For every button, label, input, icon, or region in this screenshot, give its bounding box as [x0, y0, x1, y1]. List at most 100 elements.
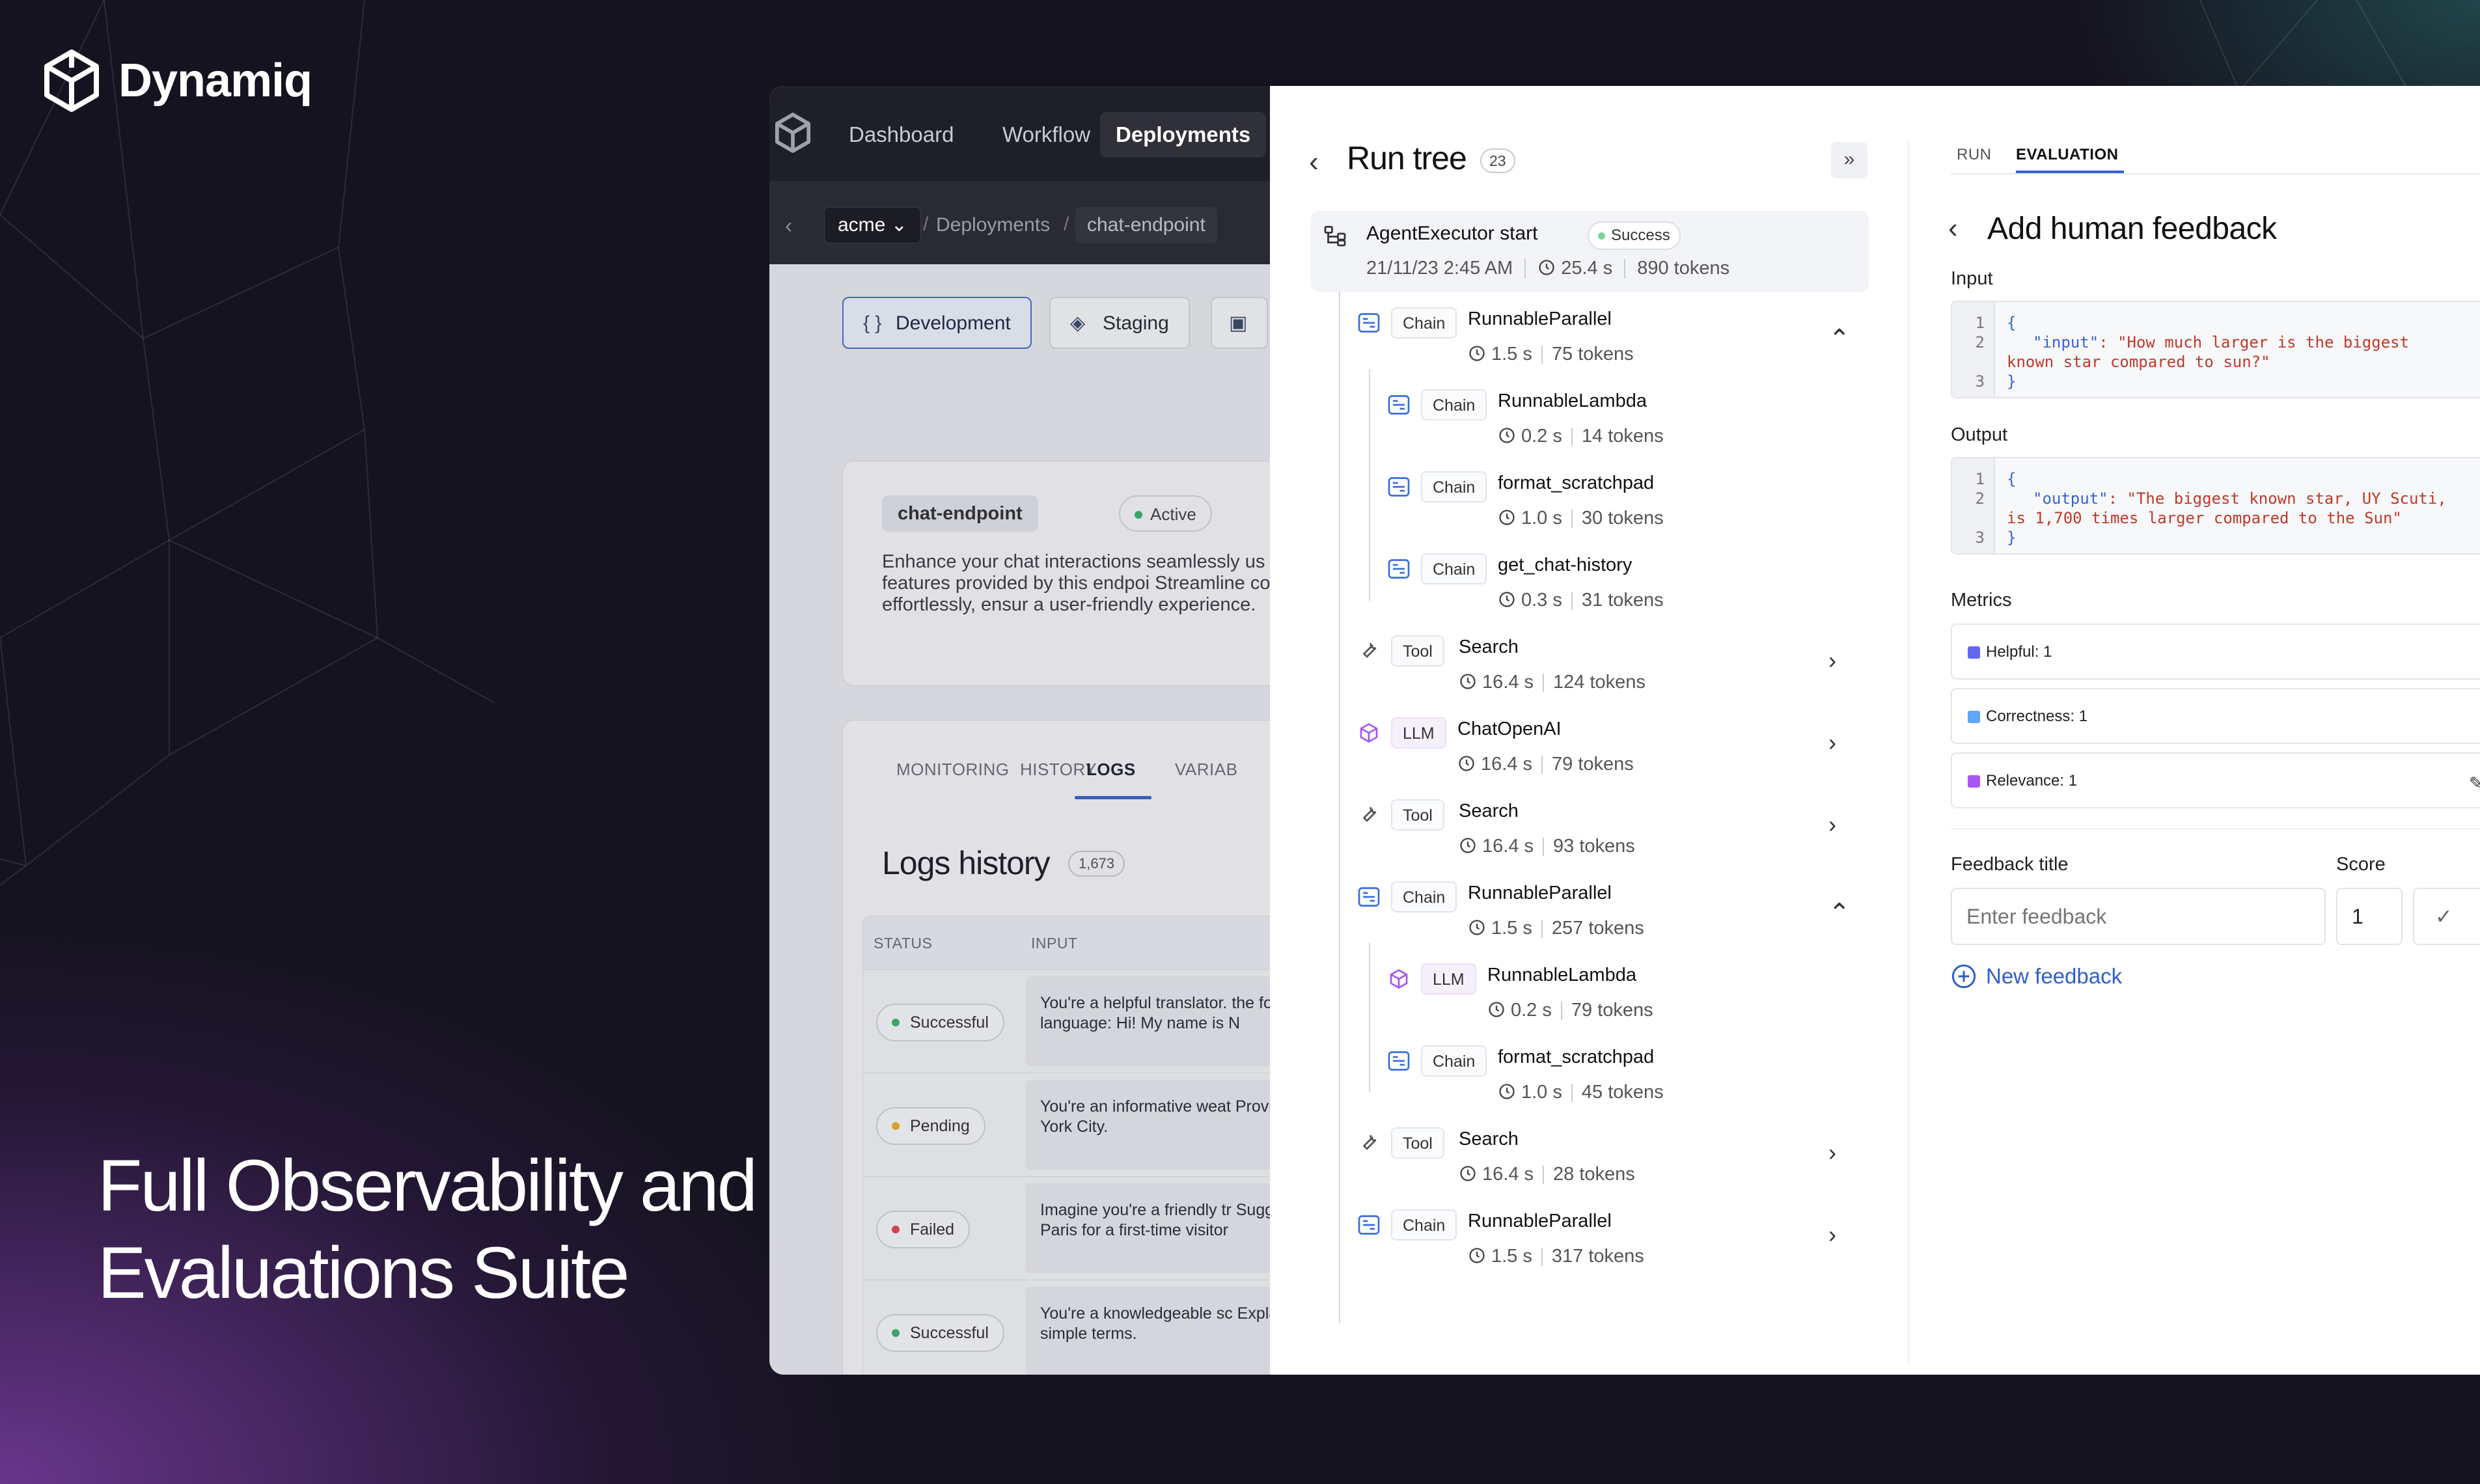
- metric-item[interactable]: Helpful: 1: [1951, 624, 2480, 680]
- tree-node[interactable]: LLM ChatOpenAI 16.4 s 79 tokens: [1357, 717, 1882, 793]
- node-meta: 1.0 s 30 tokens: [1498, 508, 1664, 529]
- code-value: "The biggest known star, UY Scuti,: [2127, 489, 2447, 508]
- tree-node[interactable]: Chain RunnableParallel 1.5 s 257 tokens: [1357, 881, 1882, 957]
- feedback-title-input[interactable]: [1951, 888, 2326, 945]
- score-input[interactable]: 1: [2336, 888, 2403, 945]
- hero-heading: Full Observability and Evaluations Suite: [98, 1142, 781, 1317]
- chevron-right-icon[interactable]: ›: [1828, 1221, 1836, 1248]
- metric-item[interactable]: Relevance: 1 ✎: [1951, 752, 2480, 808]
- breadcrumb-deployments[interactable]: Deployments: [936, 207, 1050, 243]
- node-duration: 1.5 s: [1491, 344, 1532, 364]
- nav-dashboard[interactable]: Dashboard: [833, 112, 969, 158]
- node-duration: 16.4 s: [1482, 836, 1534, 857]
- tree-node[interactable]: Chain RunnableLambda 0.2 s 14 tokens: [1387, 389, 1882, 465]
- new-feedback-button[interactable]: New feedback: [1951, 963, 2122, 989]
- chevron-right-icon[interactable]: ›: [1828, 811, 1836, 838]
- node-type-badge: LLM: [1391, 717, 1446, 749]
- back-chevron-icon[interactable]: ‹: [1948, 212, 1958, 245]
- tree-node[interactable]: Tool Search 16.4 s 93 tokens: [1357, 799, 1882, 875]
- chain-icon: [1357, 1213, 1381, 1237]
- tree-node[interactable]: Chain format_scratchpad 1.0 s 45 tokens: [1387, 1045, 1882, 1121]
- env-production-button[interactable]: ▣: [1211, 297, 1268, 349]
- cube-icon: [1387, 967, 1411, 991]
- env-development-label: Development: [896, 312, 1011, 334]
- env-development-button[interactable]: { } Development: [842, 297, 1032, 349]
- line-number: 3: [1975, 529, 1985, 547]
- node-tokens: 14 tokens: [1581, 426, 1664, 447]
- tabs-baseline: [1951, 173, 2480, 174]
- cube-icon: [1357, 721, 1381, 745]
- node-name: RunnableLambda: [1487, 965, 1636, 985]
- tab-run[interactable]: RUN: [1957, 146, 1992, 164]
- collapse-panel-icon[interactable]: »: [1831, 142, 1867, 178]
- nav-workflow[interactable]: Workflow: [987, 112, 1106, 158]
- node-tokens: 317 tokens: [1551, 1246, 1644, 1267]
- tab-monitoring[interactable]: MONITORING: [896, 760, 1010, 780]
- nav-deployments[interactable]: Deployments: [1100, 112, 1267, 158]
- org-select[interactable]: acme ⌄: [824, 207, 921, 243]
- clock-icon: [1469, 1248, 1485, 1264]
- logs-title: Logs history: [882, 845, 1051, 881]
- chevron-right-icon[interactable]: ›: [1828, 647, 1836, 674]
- tree-node[interactable]: Tool Search 16.4 s 28 tokens: [1357, 1127, 1882, 1203]
- env-staging-button[interactable]: ◈ Staging: [1049, 297, 1190, 349]
- line-number: 1: [1975, 314, 1985, 332]
- node-type-badge: Chain: [1421, 471, 1487, 502]
- node-tokens: 257 tokens: [1551, 918, 1644, 939]
- clock-icon: [1499, 428, 1515, 444]
- root-run-date: 21/11/23 2:45 AM: [1366, 258, 1513, 279]
- output-code-block: 1 2 3 { "output": "The biggest known sta…: [1951, 457, 2480, 555]
- node-duration: 1.0 s: [1521, 508, 1562, 529]
- tree-node[interactable]: Tool Search 16.4 s 124 tokens: [1357, 635, 1882, 711]
- node-duration: 0.3 s: [1521, 590, 1562, 611]
- node-duration: 16.4 s: [1482, 1164, 1534, 1185]
- tab-variables[interactable]: VARIAB: [1175, 760, 1237, 780]
- node-duration: 0.2 s: [1521, 426, 1562, 447]
- run-detail-panel: ‹ Run tree 23 » AgentExecutor start Succ…: [1270, 86, 2480, 1375]
- node-meta: 16.4 s 79 tokens: [1457, 754, 1634, 775]
- node-tokens: 79 tokens: [1571, 1000, 1653, 1021]
- line-number: 1: [1975, 470, 1985, 488]
- chevron-right-icon[interactable]: ›: [1828, 1139, 1836, 1166]
- breadcrumb-separator: /: [1064, 213, 1069, 235]
- breadcrumb-current[interactable]: chat-endpoint: [1075, 207, 1217, 243]
- check-icon[interactable]: ✓: [2413, 888, 2480, 945]
- run-tree-title: Run tree: [1347, 140, 1467, 176]
- chevron-left-icon[interactable]: ‹: [785, 213, 792, 239]
- code-value-cont: known star compared to sun?": [2007, 353, 2270, 371]
- node-type-badge: Chain: [1421, 553, 1487, 584]
- metric-item[interactable]: Correctness: 1: [1951, 688, 2480, 744]
- hero-line-1: Full Observability and: [98, 1145, 758, 1226]
- tab-logs[interactable]: LOGS: [1086, 760, 1136, 780]
- tree-node[interactable]: Chain get_chat-history 0.3 s 31 tokens: [1387, 553, 1882, 629]
- code-close-brace: }: [2007, 372, 2017, 391]
- clock-icon: [1499, 510, 1515, 526]
- tab-evaluation[interactable]: EVALUATION: [2016, 146, 2118, 164]
- chevron-up-icon[interactable]: ⌃: [1828, 898, 1851, 928]
- node-type-badge: Chain: [1391, 881, 1457, 913]
- tab-history[interactable]: HISTORY: [1020, 760, 1097, 780]
- root-run[interactable]: AgentExecutor start Success 21/11/23 2:4…: [1310, 211, 1869, 292]
- tab-underline: [2016, 171, 2124, 173]
- node-type-badge: Tool: [1391, 635, 1444, 666]
- app-logo-icon[interactable]: [775, 112, 811, 154]
- tree-node[interactable]: Chain RunnableParallel 1.5 s 317 tokens: [1357, 1209, 1882, 1285]
- tree-node[interactable]: LLM RunnableLambda 0.2 s 79 tokens: [1387, 963, 1882, 1039]
- clock-icon: [1459, 756, 1474, 772]
- breadcrumb: ‹ acme ⌄ / Deployments / chat-endpoint: [769, 181, 1355, 264]
- tree-node[interactable]: Chain RunnableParallel 1.5 s 75 tokens: [1357, 307, 1882, 383]
- edit-icon[interactable]: ✎: [2469, 773, 2480, 793]
- status-badge: Pending: [876, 1107, 985, 1145]
- node-tokens: 30 tokens: [1581, 508, 1664, 529]
- node-meta: 0.2 s 79 tokens: [1487, 1000, 1653, 1021]
- chevron-up-icon[interactable]: ⌃: [1828, 324, 1851, 354]
- column-input: INPUT: [1031, 935, 1078, 952]
- tree-node[interactable]: Chain format_scratchpad 1.0 s 30 tokens: [1387, 471, 1882, 547]
- chevron-right-icon[interactable]: ›: [1828, 729, 1836, 756]
- code-output-line: "output": "The biggest known star, UY Sc…: [2033, 489, 2447, 508]
- back-chevron-icon[interactable]: ‹: [1309, 146, 1319, 178]
- node-type-badge: LLM: [1421, 963, 1476, 995]
- tree-connector: [1339, 292, 1340, 1323]
- chain-icon: [1387, 475, 1411, 499]
- node-tokens: 93 tokens: [1553, 836, 1635, 857]
